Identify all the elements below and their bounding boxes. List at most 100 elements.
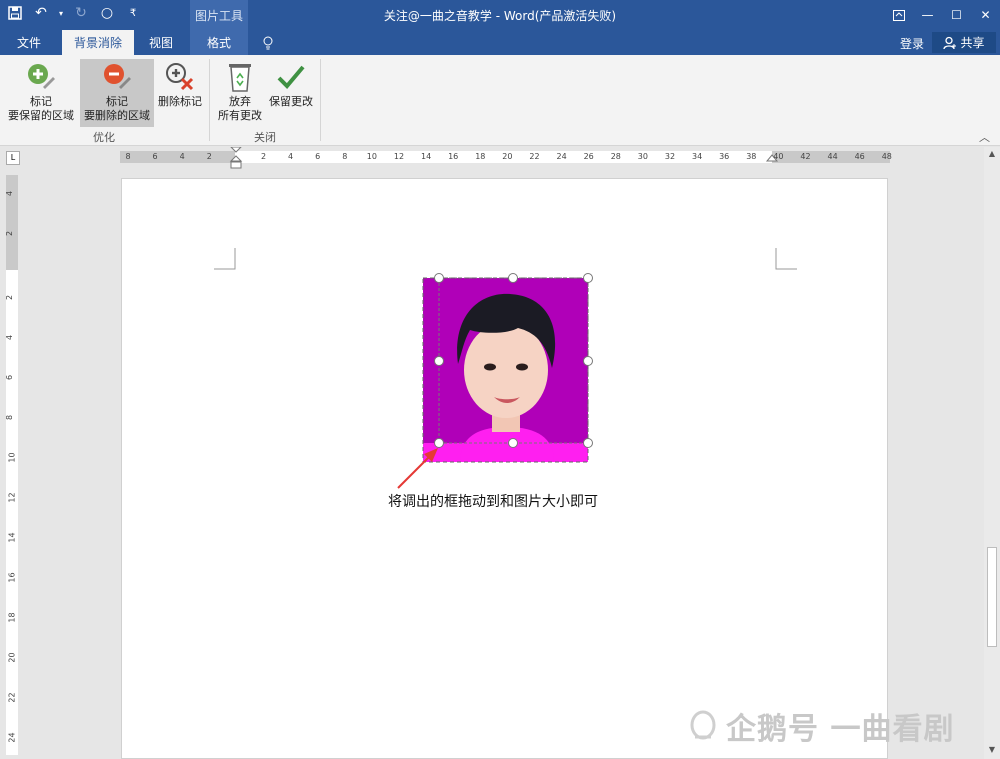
picture-tools-context-label: 图片工具 [190, 0, 248, 30]
tab-format[interactable]: 格式 [190, 30, 248, 55]
ruler-tick-label: 14 [421, 152, 432, 161]
circle-shape-icon[interactable]: ○ [98, 4, 116, 22]
login-link[interactable]: 登录 [900, 35, 924, 52]
ruler-tick-label: 8 [125, 152, 131, 161]
ribbon: 标记 要保留的区域 标记 要删除的区域 删除标记 放弃 所有更改 保留更改 优化… [0, 55, 1000, 146]
checkmark-icon [275, 61, 307, 93]
ruler-tick-label: 8 [5, 414, 15, 421]
tab-file[interactable]: 文件 [8, 30, 50, 55]
discard-label-2: 所有更改 [218, 109, 262, 122]
customize-qat-icon[interactable]: ₹ [124, 4, 142, 22]
keep-changes-button[interactable]: 保留更改 [266, 59, 316, 127]
document-page[interactable] [121, 178, 888, 759]
ruler-tick-label: 22 [7, 692, 17, 703]
ruler-tick-label: 2 [206, 152, 212, 161]
instruction-caption: 将调出的框拖动到和图片大小即可 [388, 494, 598, 510]
ruler-tick-label: 22 [529, 152, 540, 161]
discard-changes-button[interactable]: 放弃 所有更改 [214, 59, 266, 127]
tab-selector[interactable]: L [6, 151, 20, 165]
horizontal-ruler[interactable]: 8 6 4 2 2 4 6 8 10 12 14 16 18 20 22 24 26 28 30 32 34 36 38 40… [120, 147, 892, 169]
save-icon[interactable] [6, 4, 24, 22]
group-label-close: 关闭 [254, 131, 276, 144]
resize-handle[interactable] [434, 273, 444, 283]
ruler-tick-label: 24 [556, 152, 567, 161]
plus-pencil-icon [25, 61, 57, 93]
watermark-text: 企鹅号 一曲看剧 [726, 712, 955, 747]
ruler-tick-label: 10 [366, 152, 377, 161]
ruler-tick-label: 2 [260, 152, 267, 161]
mark-remove-label-2: 要删除的区域 [84, 109, 150, 122]
tab-view[interactable]: 视图 [138, 30, 184, 55]
ruler-tick-label: 6 [315, 152, 321, 161]
ruler-tick-label: 46 [854, 152, 865, 161]
share-button[interactable]: 共享 [932, 32, 996, 53]
ruler-tick-label: 4 [288, 152, 294, 161]
collapse-ribbon-icon[interactable]: ︿ [979, 129, 990, 145]
ruler-top-margin [6, 175, 18, 270]
resize-handle[interactable] [583, 273, 593, 283]
close-icon[interactable]: ✕ [971, 0, 1000, 30]
ruler-tick-label: 4 [179, 152, 185, 161]
group-separator [209, 59, 210, 141]
margin-corner-mark [775, 248, 797, 270]
resize-handle[interactable] [434, 356, 444, 366]
scroll-down-icon[interactable]: ▼ [986, 745, 998, 757]
resize-handle[interactable] [508, 273, 518, 283]
tell-me-lightbulb-icon[interactable] [256, 30, 280, 55]
group-label-refine: 优化 [93, 131, 115, 144]
delete-mark-button[interactable]: 删除标记 [156, 59, 204, 127]
ruler-tick-label: 6 [5, 374, 15, 381]
arrow-annotation [397, 448, 438, 489]
ruler-tick-label: 44 [827, 152, 838, 161]
group-separator [320, 59, 321, 141]
ruler-tick-label: 38 [746, 152, 757, 161]
portrait-photo[interactable] [418, 272, 598, 468]
vertical-scrollbar[interactable]: ▲ ▼ [984, 147, 1000, 759]
indent-markers[interactable] [229, 147, 243, 169]
person-icon [943, 36, 957, 49]
undo-icon[interactable]: ↶ [32, 4, 50, 22]
discard-label-1: 放弃 [229, 95, 251, 108]
ruler-tick-label: 2 [5, 230, 15, 237]
ruler-tick-label: 16 [448, 152, 459, 161]
ruler-tick-label: 8 [342, 152, 348, 161]
right-eye [516, 363, 528, 371]
ruler-tick-label: 6 [152, 152, 158, 161]
ruler-tick-label: 48 [881, 152, 892, 161]
scrollbar-thumb[interactable] [987, 547, 997, 647]
keep-changes-label: 保留更改 [269, 95, 313, 108]
ruler-tick-label: 18 [7, 612, 17, 623]
ruler-tick-label: 12 [7, 492, 17, 503]
mark-remove-button[interactable]: 标记 要删除的区域 [80, 59, 154, 127]
resize-handle[interactable] [583, 438, 593, 448]
tab-background-removal[interactable]: 背景消除 [62, 30, 134, 55]
recycle-bin-icon [224, 61, 256, 93]
vertical-ruler[interactable]: 4 2 2 4 6 8 10 12 14 16 18 20 22 24 [5, 175, 18, 755]
title-bar: ↶ ▾ ↻ ○ ₹ 图片工具 关注@一曲之音教学 - Word(产品激活失败) … [0, 0, 1000, 30]
window-controls: — ☐ ✕ [884, 0, 1000, 30]
ruler-tick-label: 10 [7, 452, 17, 463]
resize-handle[interactable] [508, 438, 518, 448]
left-eye [484, 363, 496, 371]
penguin-icon [690, 710, 716, 740]
ruler-tick-label: 34 [692, 152, 703, 161]
document-title: 关注@一曲之音教学 - Word(产品激活失败) [383, 9, 617, 23]
delete-mark-icon [164, 61, 196, 93]
mark-keep-button[interactable]: 标记 要保留的区域 [4, 59, 78, 127]
minimize-icon[interactable]: — [913, 0, 942, 30]
share-label: 共享 [960, 36, 985, 50]
ruler-tick-label: 20 [7, 652, 17, 663]
delete-mark-label: 删除标记 [158, 95, 202, 108]
redo-icon[interactable]: ↻ [72, 4, 90, 22]
margin-corner-mark [214, 248, 236, 270]
ruler-tick-label: 4 [5, 334, 15, 341]
maximize-icon[interactable]: ☐ [942, 0, 971, 30]
ruler-tick-label: 14 [7, 532, 17, 543]
ruler-tick-label: 20 [502, 152, 513, 161]
scroll-up-icon[interactable]: ▲ [986, 149, 998, 161]
undo-dropdown-icon[interactable]: ▾ [58, 4, 64, 22]
ruler-tick-label: 36 [719, 152, 730, 161]
ribbon-display-options-icon[interactable] [884, 0, 913, 30]
ribbon-tabs: 文件 背景消除 视图 格式 登录 共享 [0, 30, 1000, 55]
resize-handle[interactable] [583, 356, 593, 366]
